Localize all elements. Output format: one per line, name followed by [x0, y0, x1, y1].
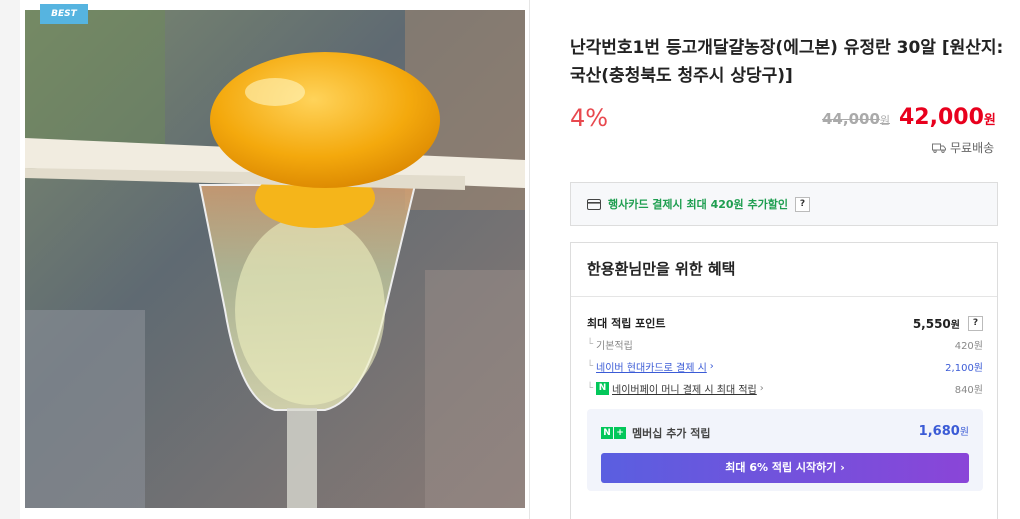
benefit-panel: 한용환님만을 위한 혜택 최대 적립 포인트 5,550원 ? └ 기본적립 42… — [570, 242, 998, 519]
product-photo[interactable] — [25, 10, 525, 508]
max-points-label: 최대 적립 포인트 — [587, 317, 666, 330]
card-discount-banner[interactable]: 행사카드 결제시 최대 420원 추가할인 ? — [570, 182, 998, 226]
membership-label: N + 멤버십 추가 적립 — [601, 425, 711, 441]
benefit-title: 한용환님만을 위한 혜택 — [571, 243, 997, 297]
egg-photo-illustration — [25, 10, 525, 508]
points-help-icon[interactable]: ? — [968, 315, 983, 331]
truck-icon — [932, 143, 946, 153]
original-price: 44,000원 — [822, 110, 891, 128]
max-points-row: 최대 적립 포인트 5,550원 ? — [587, 315, 983, 331]
product-image-panel: BEST — [20, 0, 530, 519]
points-row-npay-money[interactable]: └ N 네이버페이 머니 결제 시 최대 적립 › 840원 — [587, 381, 983, 396]
naverpay-icon: N — [596, 382, 610, 395]
card-discount-text: 행사카드 결제시 최대 420원 추가할인 — [608, 198, 788, 211]
membership-box: N + 멤버십 추가 적립 1,680원 최대 6% 적립 시작하기 › — [587, 409, 983, 491]
max-points-value: 5,550원 — [912, 316, 960, 331]
membership-start-button[interactable]: 최대 6% 적립 시작하기 › — [601, 453, 969, 483]
left-strip — [0, 0, 20, 519]
best-badge: BEST — [40, 4, 88, 24]
shipping-text: 무료배송 — [950, 141, 995, 155]
chevron-right-icon: › — [759, 383, 764, 394]
points-row-basic: └ 기본적립 420원 — [587, 339, 983, 352]
card-help-icon[interactable]: ? — [794, 196, 810, 212]
credit-card-icon — [587, 198, 601, 210]
naver-plus-icon: N + — [601, 427, 626, 439]
npay-money-link[interactable]: 네이버페이 머니 결제 시 최대 적립 — [612, 381, 757, 396]
points-row-hyundai-card[interactable]: └ 네이버 현대카드로 결제 시 › 2,100원 — [587, 359, 983, 374]
shipping-info: 무료배송 — [932, 139, 994, 156]
discount-rate: 4% — [570, 104, 609, 132]
chevron-right-icon: › — [709, 361, 714, 372]
hyundai-card-link[interactable]: 네이버 현대카드로 결제 시 — [596, 359, 707, 374]
product-info: 난각번호1번 등고개달걀농장(에그본) 유정란 30알 [원산지:국산(충청북도… — [530, 0, 1020, 519]
product-title: 난각번호1번 등고개달걀농장(에그본) 유정란 30알 [원산지:국산(충청북도… — [570, 38, 1004, 86]
membership-points: 1,680원 — [918, 424, 969, 439]
sale-price: 42,000원 — [899, 105, 996, 130]
